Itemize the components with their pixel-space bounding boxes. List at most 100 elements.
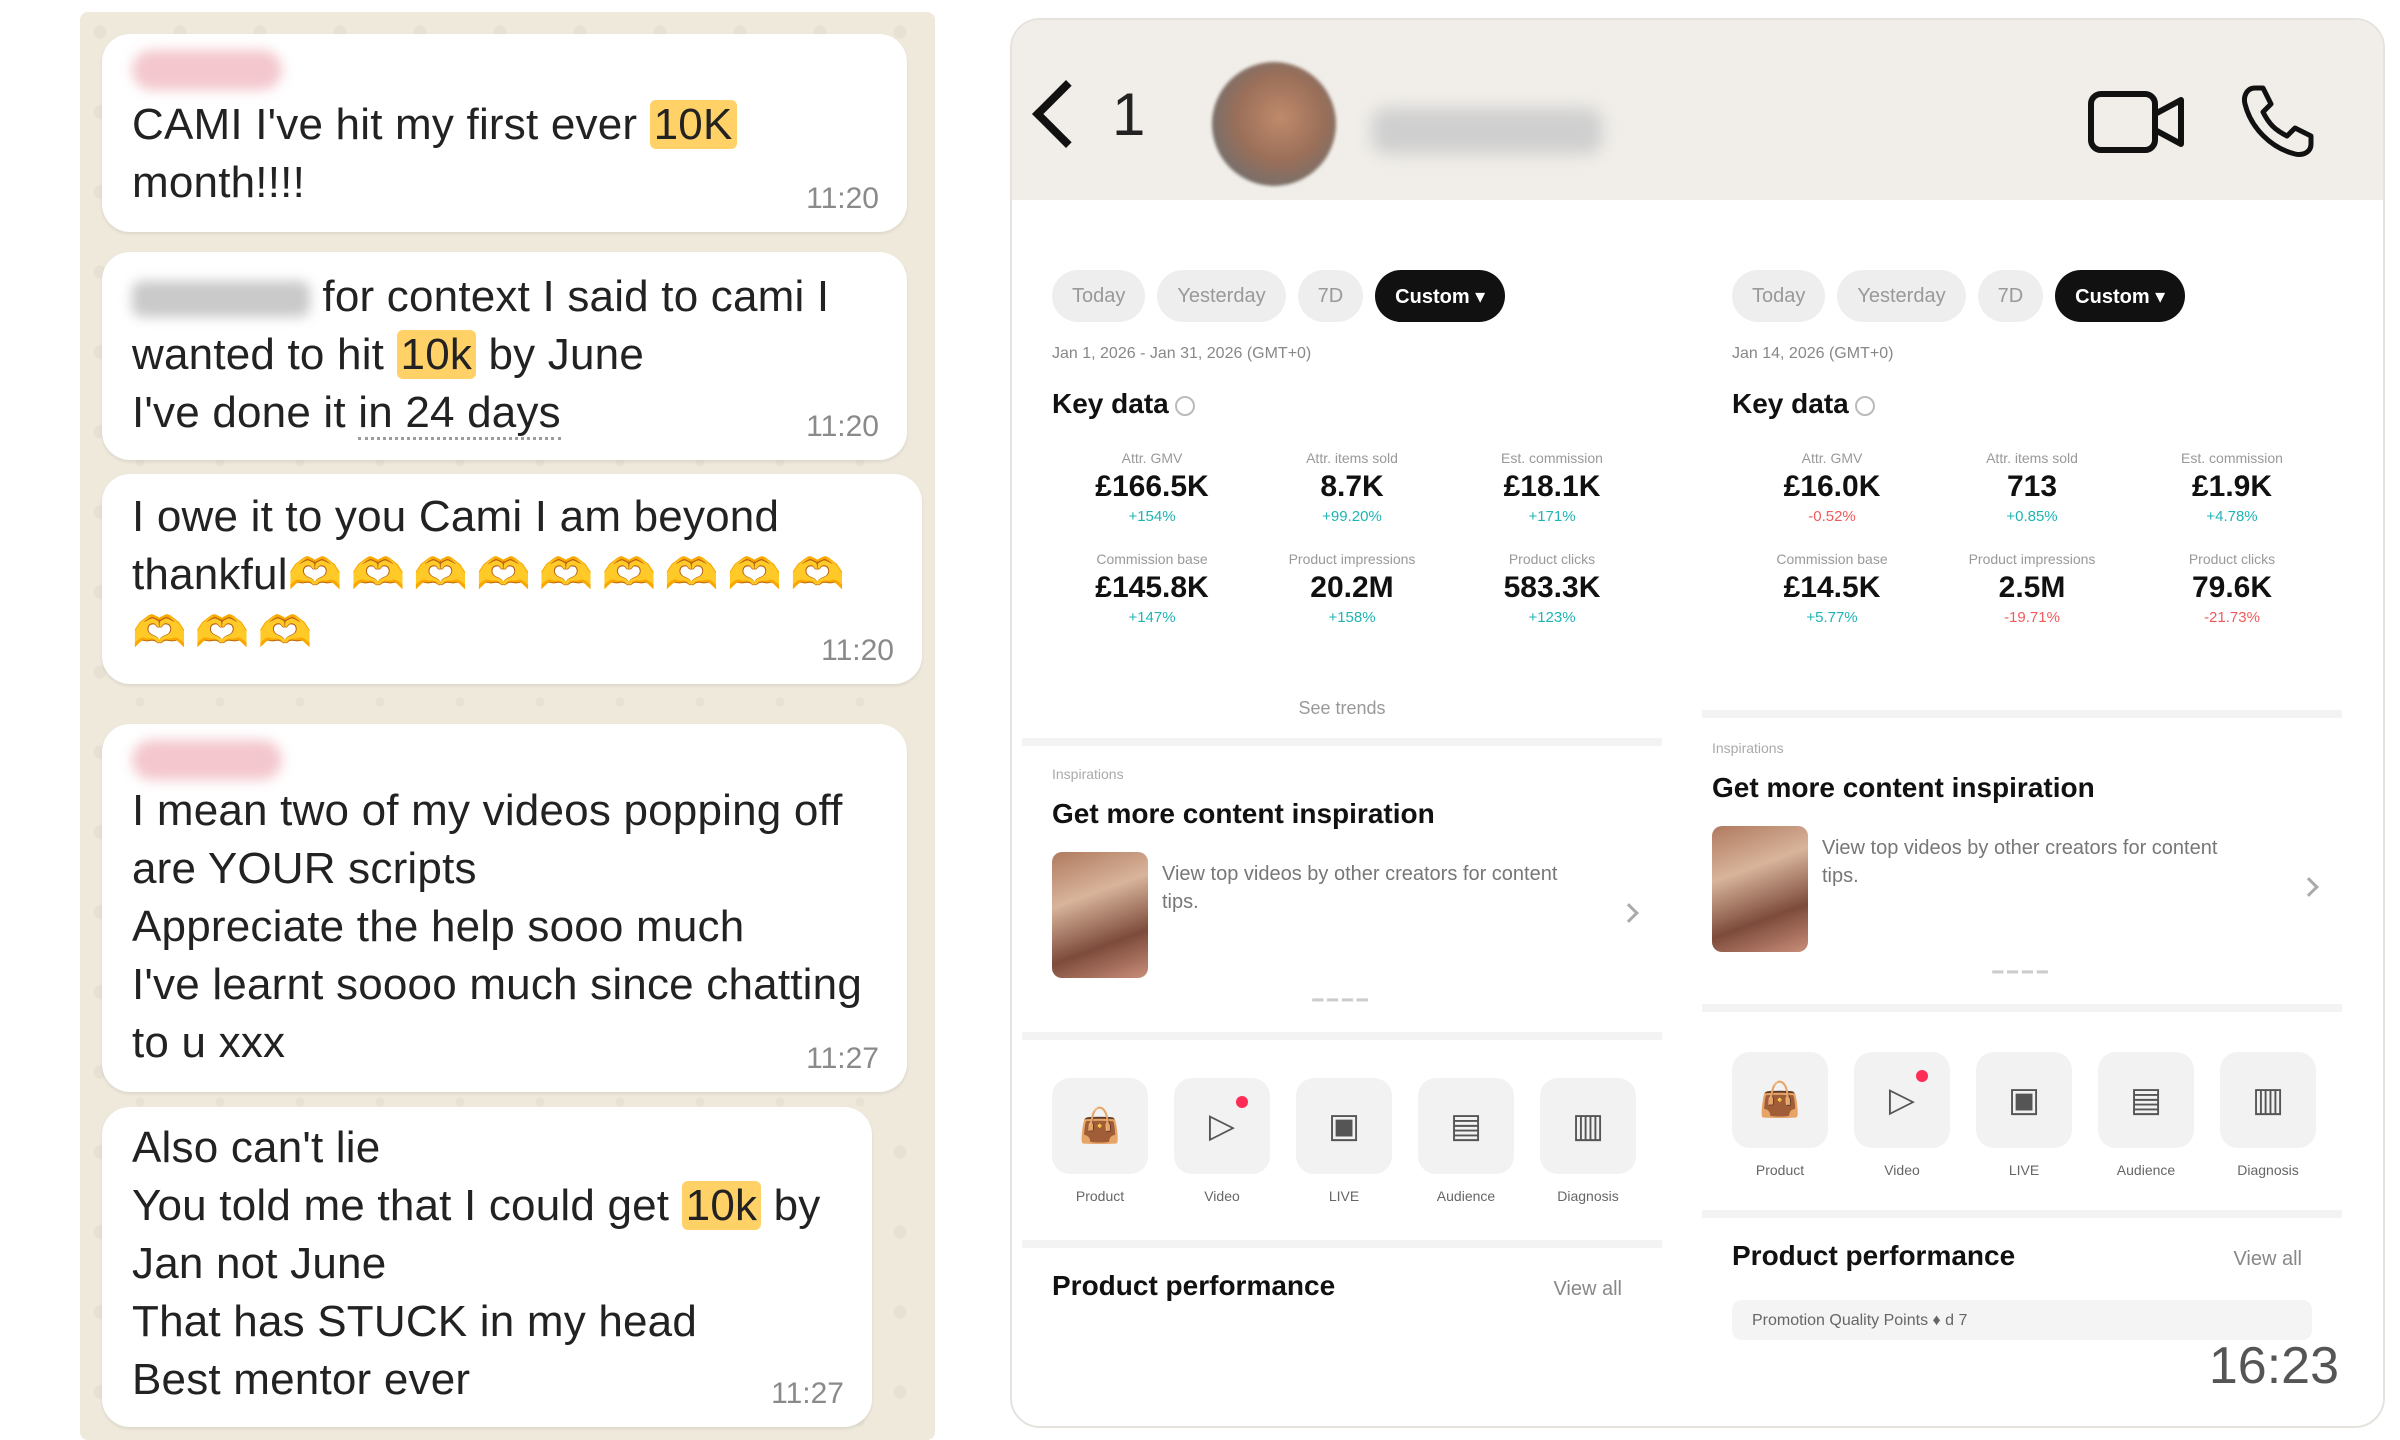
promotion-quality-bar[interactable]: Promotion Quality Points ♦ d 7 xyxy=(1732,1300,2312,1340)
heart-hands-emoji: 🫶🫶🫶 xyxy=(132,608,321,657)
clipboard-icon: ▥ xyxy=(2220,1052,2316,1148)
inspiration-description: View top videos by other creators for co… xyxy=(1822,837,2218,887)
contact-name-redacted[interactable] xyxy=(1372,108,1602,154)
heart-hands-emoji: 🫶🫶🫶🫶🫶🫶🫶🫶🫶 xyxy=(287,550,853,599)
chevron-right-icon[interactable] xyxy=(1619,903,1639,923)
metric-card[interactable]: Product clicks 79.6K -21.73% xyxy=(2132,551,2332,626)
message-text: Also can't lie xyxy=(132,1123,381,1172)
metric-card[interactable]: Attr. items sold 8.7K +99.20% xyxy=(1252,450,1452,525)
product-performance-title: Product performance xyxy=(1052,1270,1336,1301)
message-text: month!!!! xyxy=(132,158,305,207)
filter-custom[interactable]: Custom ▾ xyxy=(1375,270,1506,322)
carousel-dots: ━━━━ xyxy=(1992,962,2052,982)
metric-card[interactable]: Commission base £145.8K +147% xyxy=(1052,551,1252,626)
info-icon[interactable] xyxy=(1854,395,1875,416)
metric-card[interactable]: Est. commission £1.9K +4.78% xyxy=(2132,450,2332,525)
filter-7d[interactable]: 7D xyxy=(1977,270,2044,322)
inspiration-description: View top videos by other creators for co… xyxy=(1162,863,1558,913)
redacted-name xyxy=(132,281,310,318)
message-bubble[interactable]: Also can't lie You told me that I could … xyxy=(102,1107,872,1427)
tool-live[interactable]: ▣ LIVE xyxy=(1976,1052,2072,1178)
date-range: Jan 1, 2026 - Jan 31, 2026 (GMT+0) xyxy=(1052,345,1312,362)
inspiration-label: Inspirations xyxy=(1712,740,1784,756)
tool-video[interactable]: ▷ Video xyxy=(1174,1078,1270,1204)
clipboard-icon: ▥ xyxy=(1540,1078,1636,1174)
inspiration-thumbnail[interactable] xyxy=(1712,826,1808,952)
message-text: You told me that I could get 10k by xyxy=(132,1181,821,1230)
message-text: wanted to hit 10k by June xyxy=(132,330,645,379)
chevron-right-icon[interactable] xyxy=(2299,877,2319,897)
metric-card[interactable]: Product impressions 20.2M +158% xyxy=(1252,551,1452,626)
tool-diagnosis[interactable]: ▥ Diagnosis xyxy=(2220,1052,2316,1178)
message-text: I owe it to you Cami I am beyond xyxy=(132,492,780,541)
live-icon: ▣ xyxy=(1976,1052,2072,1148)
message-time: 11:20 xyxy=(821,634,894,667)
message-bubble[interactable]: I mean two of my videos popping off are … xyxy=(102,724,907,1092)
video-call-icon[interactable] xyxy=(2087,90,2187,154)
view-all-link[interactable]: View all xyxy=(2233,1248,2302,1271)
view-all-link[interactable]: View all xyxy=(1553,1278,1622,1301)
message-bubble[interactable]: I owe it to you Cami I am beyond thankfu… xyxy=(102,474,922,684)
date-range: Jan 14, 2026 (GMT+0) xyxy=(1732,345,1894,362)
chevron-left-icon[interactable] xyxy=(1032,80,1100,148)
avatar[interactable] xyxy=(1212,62,1336,186)
section-title: Key data xyxy=(1052,388,1195,420)
info-icon[interactable] xyxy=(1174,395,1195,416)
metric-card[interactable]: Product clicks 583.3K +123% xyxy=(1452,551,1652,626)
audience-icon: ▤ xyxy=(2098,1052,2194,1148)
phone-icon[interactable] xyxy=(2237,82,2317,162)
message-text: I mean two of my videos popping off xyxy=(132,786,843,835)
inspiration-thumbnail[interactable] xyxy=(1052,852,1148,978)
inspiration-title: Get more content inspiration xyxy=(1052,798,1435,829)
message-bubble[interactable]: CAMI I've hit my first ever 10K month!!!… xyxy=(102,34,907,232)
filter-today[interactable]: Today xyxy=(1052,270,1146,322)
play-icon: ▷ xyxy=(1174,1078,1270,1174)
tool-shortcuts: 👜 Product ▷ Video ▣ LIVE ▤ Audience ▥ Diagnos… xyxy=(1052,1078,1636,1204)
message-time: 11:20 xyxy=(806,410,879,443)
tool-audience[interactable]: ▤ Audience xyxy=(1418,1078,1514,1204)
tool-audience[interactable]: ▤ Audience xyxy=(2098,1052,2194,1178)
divider xyxy=(1702,1004,2342,1012)
metric-card[interactable]: Attr. GMV £16.0K -0.52% xyxy=(1732,450,1932,525)
filter-yesterday[interactable]: Yesterday xyxy=(1157,270,1286,322)
divider xyxy=(1702,1210,2342,1218)
section-title: Key data xyxy=(1732,388,1875,420)
filter-today[interactable]: Today xyxy=(1732,270,1826,322)
chat-panel: CAMI I've hit my first ever 10K month!!!… xyxy=(80,12,935,1440)
tool-product[interactable]: 👜 Product xyxy=(1052,1078,1148,1204)
analytics-dashboard-day: Today Yesterday 7D Custom ▾ Jan 14, 2026… xyxy=(1702,220,2342,1340)
divider xyxy=(1022,738,1662,746)
filter-yesterday[interactable]: Yesterday xyxy=(1837,270,1966,322)
shopping-bag-icon: 👜 xyxy=(1732,1052,1828,1148)
message-text: Best mentor ever xyxy=(132,1355,471,1404)
tool-shortcuts: 👜 Product ▷ Video ▣ LIVE ▤ Audience ▥ Diagnos… xyxy=(1732,1052,2316,1178)
message-text: I've done it in 24 days xyxy=(132,384,877,442)
audience-icon: ▤ xyxy=(1418,1078,1514,1174)
tool-video[interactable]: ▷ Video xyxy=(1854,1052,1950,1178)
metric-card[interactable]: Commission base £14.5K +5.77% xyxy=(1732,551,1932,626)
filter-custom[interactable]: Custom ▾ xyxy=(2055,270,2186,322)
tool-diagnosis[interactable]: ▥ Diagnosis xyxy=(1540,1078,1636,1204)
date-filter-tabs: Today Yesterday 7D Custom ▾ xyxy=(1732,270,2186,322)
status-time: 16:23 xyxy=(2208,1337,2339,1395)
see-trends-link[interactable]: See trends xyxy=(1022,698,1662,719)
date-filter-tabs: Today Yesterday 7D Custom ▾ xyxy=(1052,270,1506,322)
message-time: 11:27 xyxy=(771,1377,844,1410)
tool-product[interactable]: 👜 Product xyxy=(1732,1052,1828,1178)
unread-count[interactable]: 1 xyxy=(1112,80,1145,149)
divider xyxy=(1022,1240,1662,1248)
message-text: Appreciate the help sooo much xyxy=(132,902,745,951)
tool-live[interactable]: ▣ LIVE xyxy=(1296,1078,1392,1204)
message-text: to u xxx xyxy=(132,1018,286,1067)
metric-card[interactable]: Est. commission £18.1K +171% xyxy=(1452,450,1652,525)
chat-header: 1 xyxy=(1012,20,2383,200)
metric-card[interactable]: Attr. GMV £166.5K +154% xyxy=(1052,450,1252,525)
message-text: I've learnt soooo much since chatting xyxy=(132,960,862,1009)
carousel-dots: ━━━━ xyxy=(1312,990,1372,1010)
sender-name-redacted xyxy=(132,50,282,90)
metric-card[interactable]: Attr. items sold 713 +0.85% xyxy=(1932,450,2132,525)
metric-card[interactable]: Product impressions 2.5M -19.71% xyxy=(1932,551,2132,626)
filter-7d[interactable]: 7D xyxy=(1297,270,1364,322)
message-text: That has STUCK in my head xyxy=(132,1297,698,1346)
message-bubble[interactable]: for context I said to cami I wanted to h… xyxy=(102,252,907,460)
